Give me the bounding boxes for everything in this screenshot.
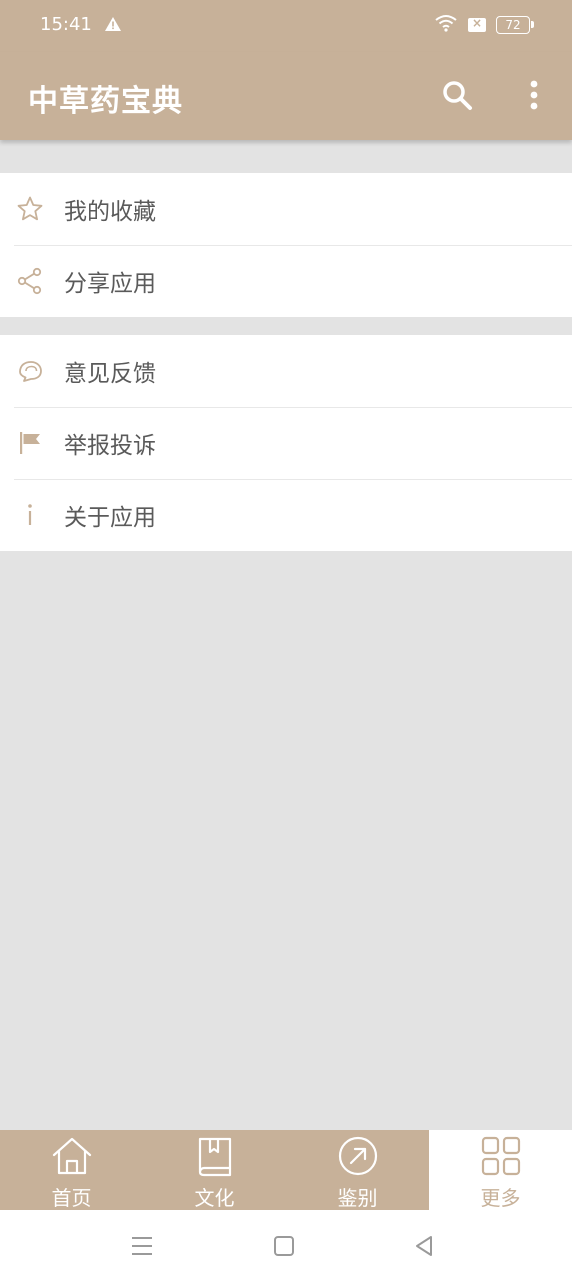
warning-icon — [104, 16, 122, 36]
home-icon — [50, 1134, 94, 1178]
chat-bubble-icon — [15, 356, 45, 386]
grid-icon — [479, 1134, 523, 1178]
system-navigation-bar — [0, 1210, 572, 1280]
menu-item-label: 举报投诉 — [64, 433, 156, 459]
status-icons: × 72 — [434, 14, 534, 36]
nav-more[interactable]: 更多 — [429, 1130, 572, 1210]
info-icon — [15, 500, 45, 530]
app-title: 中草药宝典 — [28, 84, 183, 119]
menu-item-share[interactable]: 分享应用 — [0, 245, 572, 317]
nav-home[interactable]: 首页 — [0, 1130, 143, 1210]
app-bar: 中草药宝典 — [0, 52, 572, 140]
star-outline-icon — [15, 194, 45, 224]
nav-identify[interactable]: 鉴别 — [286, 1130, 429, 1210]
search-icon[interactable] — [440, 78, 476, 114]
wifi-icon — [434, 14, 458, 36]
menu-group-2: 意见反馈 举报投诉 关于应用 — [0, 335, 572, 551]
bottom-navigation: 首页 文化 鉴别 更多 — [0, 1130, 572, 1210]
menu-item-feedback[interactable]: 意见反馈 — [0, 335, 572, 407]
nav-label: 首页 — [51, 1186, 92, 1210]
menu-icon[interactable] — [128, 1232, 156, 1260]
nav-culture[interactable]: 文化 — [143, 1130, 286, 1210]
nav-label: 文化 — [194, 1186, 235, 1210]
menu-item-label: 我的收藏 — [64, 199, 156, 225]
menu-item-report[interactable]: 举报投诉 — [0, 407, 572, 479]
status-time: 15:41 — [40, 14, 92, 35]
menu-group-1: 我的收藏 分享应用 — [0, 173, 572, 317]
more-vert-icon[interactable] — [520, 78, 548, 114]
back-triangle-icon[interactable] — [410, 1232, 438, 1260]
home-square-icon[interactable] — [270, 1232, 298, 1260]
share-icon — [15, 266, 45, 296]
compass-arrow-icon — [336, 1134, 380, 1178]
menu-item-about[interactable]: 关于应用 — [0, 479, 572, 551]
sim-icon: × — [468, 16, 486, 32]
menu-item-label: 分享应用 — [64, 271, 156, 297]
book-icon — [193, 1134, 237, 1178]
flag-icon — [15, 428, 45, 458]
menu-item-favorites[interactable]: 我的收藏 — [0, 173, 572, 245]
menu-item-label: 关于应用 — [64, 505, 156, 531]
menu-item-label: 意见反馈 — [64, 361, 156, 387]
nav-label: 鉴别 — [337, 1186, 378, 1210]
status-bar: 15:41 × 72 — [0, 0, 572, 52]
nav-label: 更多 — [480, 1186, 521, 1210]
battery-icon: 72 — [496, 16, 534, 34]
battery-level: 72 — [505, 18, 521, 32]
